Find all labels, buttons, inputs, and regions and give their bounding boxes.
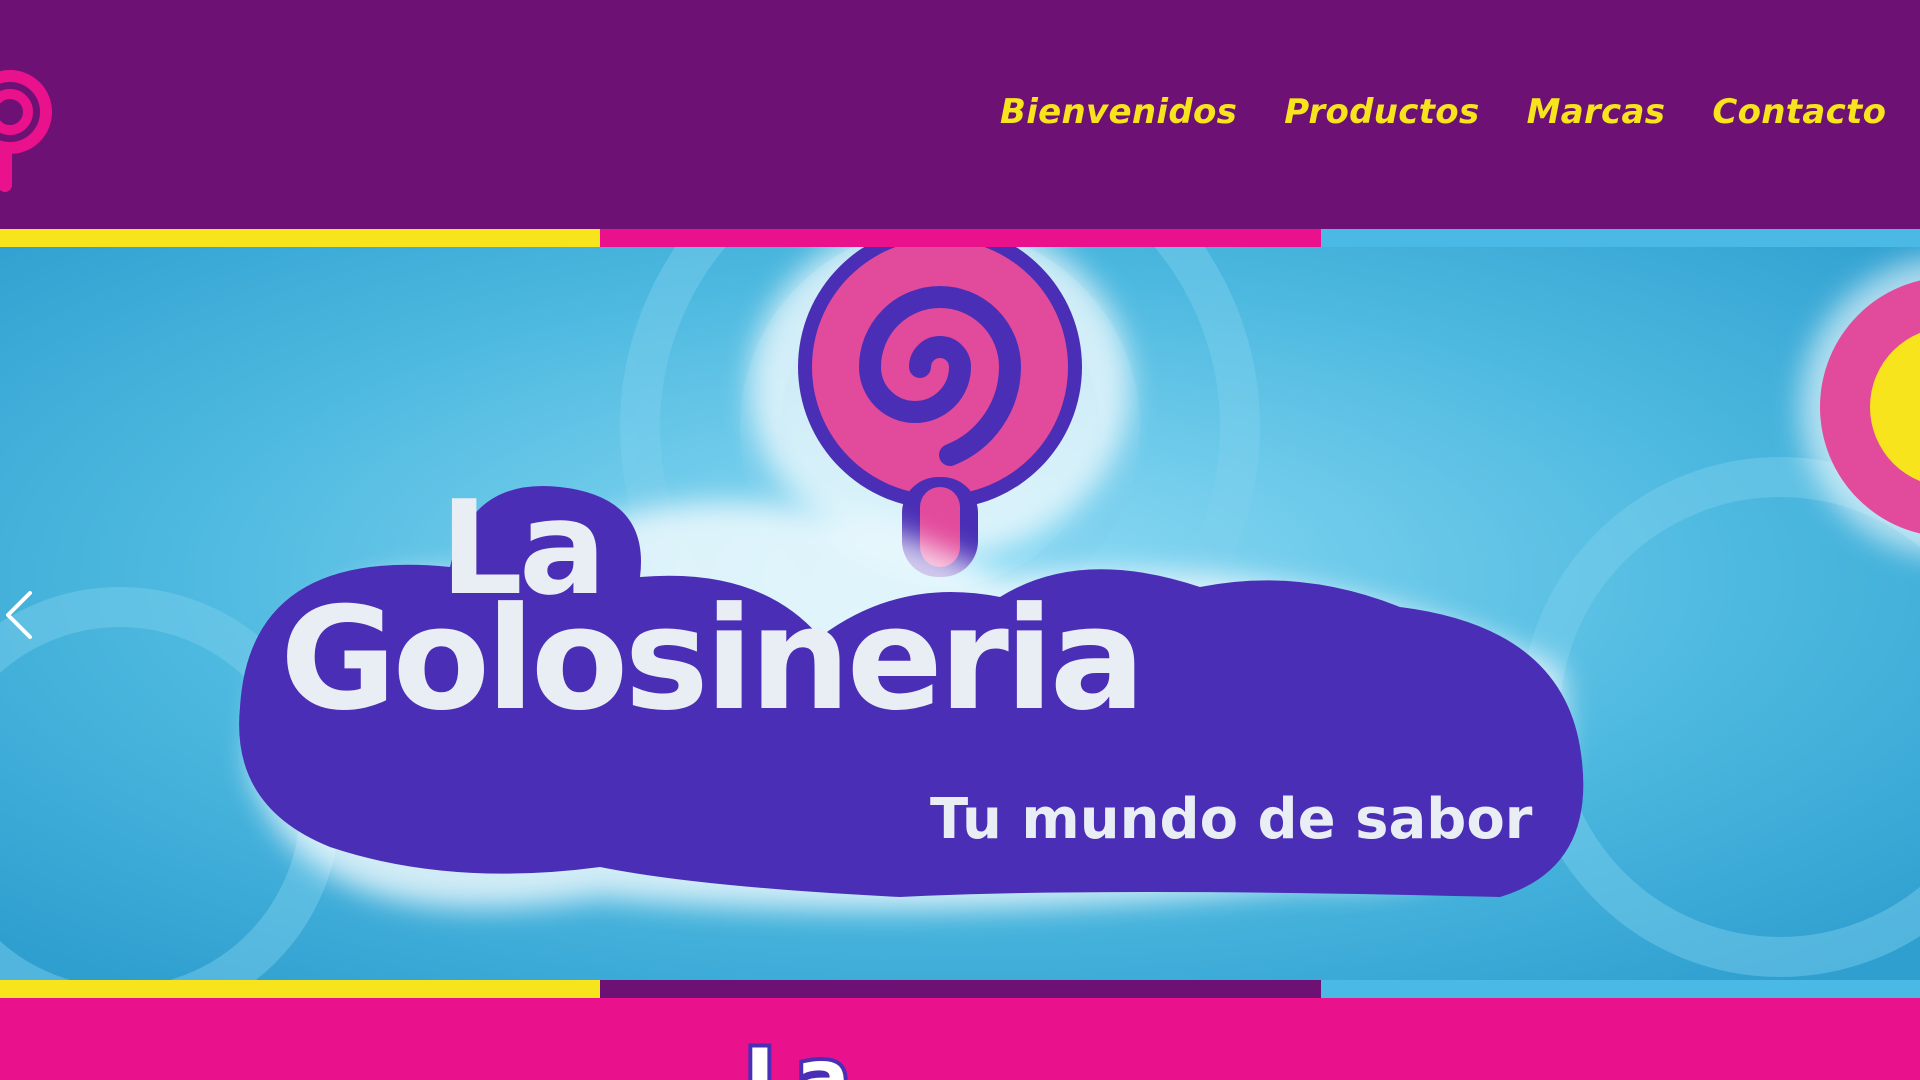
- color-stripe-bottom: [0, 980, 1920, 998]
- stripe-yellow: [0, 229, 600, 247]
- nav-contacto[interactable]: Contacto: [1712, 92, 1886, 132]
- main-nav: Bienvenidos Productos Marcas Contacto Eq: [1000, 92, 1920, 132]
- stripe-pink: [600, 229, 1321, 247]
- sign-text-golosineria: Golosineria: [280, 577, 1145, 742]
- section-logo-peek: La: [700, 1032, 850, 1080]
- lollipop-spiral-icon[interactable]: [0, 42, 56, 196]
- hero-slideshow[interactable]: La Golosineria Tu mundo de sabor: [0, 247, 1920, 980]
- nav-bienvenidos[interactable]: Bienvenidos: [1000, 92, 1237, 132]
- section-logo-text: La: [741, 1032, 850, 1080]
- stripe-blue: [1321, 980, 1920, 998]
- nav-productos[interactable]: Productos: [1284, 92, 1479, 132]
- chevron-left-icon[interactable]: [0, 585, 40, 645]
- color-stripe-top: [0, 229, 1920, 247]
- stripe-yellow: [0, 980, 600, 998]
- site-header: Bienvenidos Productos Marcas Contacto Eq: [0, 0, 1920, 229]
- nav-marcas[interactable]: Marcas: [1527, 92, 1666, 132]
- stripe-purple: [600, 980, 1321, 998]
- stripe-blue: [1321, 229, 1920, 247]
- sign-tagline: Tu mundo de sabor: [930, 787, 1533, 852]
